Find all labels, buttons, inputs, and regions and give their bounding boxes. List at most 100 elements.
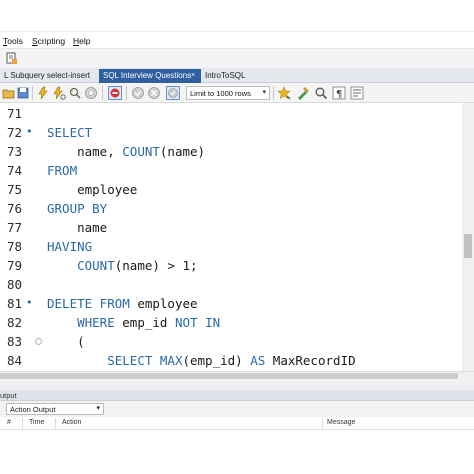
output-panel-title: utput xyxy=(0,391,17,400)
tab-intro-to-sql[interactable]: IntroToSQL xyxy=(201,69,253,83)
output-toolbar: Action Output ▾ xyxy=(0,401,474,417)
sql-editor[interactable]: 71 72 • SELECT 73 name, COUNT(name) 74 FROM 75 … xyxy=(0,103,462,371)
menu-bar: Tools Scripting Help xyxy=(0,31,474,48)
code-text: SELECT MAX(emp_id) AS MaxRecordID xyxy=(107,353,356,368)
line-number: 75 xyxy=(7,182,23,197)
code-line[interactable]: 84 SELECT MAX(emp_id) AS MaxRecordID xyxy=(0,352,462,371)
window-top-area xyxy=(0,0,474,31)
main-toolbar xyxy=(0,48,474,68)
column-header-message[interactable]: Message xyxy=(327,419,355,426)
line-number: 80 xyxy=(7,277,23,292)
column-separator xyxy=(55,418,56,429)
column-header-time[interactable]: Time xyxy=(29,419,44,426)
toolbar-separator xyxy=(126,86,127,100)
rollback-icon[interactable] xyxy=(147,86,161,100)
tab-subquery-select-insert[interactable]: L Subquery select-insert xyxy=(0,69,98,83)
execute-icon[interactable] xyxy=(36,86,50,100)
toolbar-separator xyxy=(102,86,103,100)
code-text: name, COUNT(name) xyxy=(47,144,206,159)
code-line[interactable]: 77 name xyxy=(0,219,462,238)
save-icon[interactable] xyxy=(16,86,30,100)
code-line[interactable]: 80 xyxy=(0,276,462,295)
output-panel-header: utput xyxy=(0,390,474,401)
code-text: DELETE FROM employee xyxy=(47,296,198,311)
row-limit-select[interactable]: Limit to 1000 rows ▾ xyxy=(186,86,270,100)
code-line[interactable]: 81 • DELETE FROM employee xyxy=(0,295,462,314)
code-text: ( xyxy=(47,334,85,349)
column-separator xyxy=(22,418,23,429)
svg-text:¶: ¶ xyxy=(336,89,342,100)
output-type-value: Action Output xyxy=(10,405,56,414)
line-number: 84 xyxy=(7,353,23,368)
find-icon[interactable] xyxy=(314,86,328,100)
vertical-scroll-thumb[interactable] xyxy=(464,234,472,258)
menu-tools[interactable]: Tools xyxy=(3,36,23,46)
output-type-select[interactable]: Action Output ▾ xyxy=(6,403,104,415)
statement-marker-icon: • xyxy=(26,125,33,138)
code-line[interactable]: 71 xyxy=(0,105,462,124)
code-text: SELECT xyxy=(47,125,93,140)
panel-splitter[interactable] xyxy=(0,381,474,390)
line-number: 71 xyxy=(7,106,23,121)
new-sql-tab-icon[interactable] xyxy=(6,52,18,65)
invisible-chars-icon[interactable]: ¶ xyxy=(332,86,346,100)
open-file-icon[interactable] xyxy=(2,86,16,100)
code-line[interactable]: 75 employee xyxy=(0,181,462,200)
menu-help[interactable]: Help xyxy=(73,36,90,46)
code-line[interactable]: 82 WHERE emp_id NOT IN xyxy=(0,314,462,333)
close-icon[interactable]: × xyxy=(191,72,195,79)
explain-icon[interactable] xyxy=(68,86,82,100)
toolbar-separator xyxy=(273,86,274,100)
line-number: 72 xyxy=(7,125,23,140)
execute-statement-icon[interactable] xyxy=(52,86,66,100)
toolbar-separator xyxy=(32,86,33,100)
code-text: GROUP BY xyxy=(47,201,108,216)
add-snippet-icon[interactable] xyxy=(277,86,291,100)
line-number: 81 xyxy=(7,296,23,311)
column-separator xyxy=(322,418,323,429)
code-line[interactable]: 83 ( xyxy=(0,333,462,352)
chevron-down-icon: ▾ xyxy=(262,89,266,96)
code-line[interactable]: 79 COUNT(name) > 1; xyxy=(0,257,462,276)
tab-sql-interview-questions[interactable]: SQL Interview Questions × xyxy=(99,69,201,83)
output-table-header: # Time Action Message xyxy=(0,417,474,430)
line-number: 73 xyxy=(7,144,23,159)
line-number: 83 xyxy=(7,334,23,349)
stop-icon[interactable] xyxy=(84,86,98,100)
line-number: 76 xyxy=(7,201,23,216)
commit-icon[interactable] xyxy=(131,86,145,100)
toggle-error-stop-icon[interactable] xyxy=(108,86,122,100)
code-text: COUNT(name) > 1; xyxy=(77,258,198,273)
line-number: 77 xyxy=(7,220,23,235)
code-text: HAVING xyxy=(47,239,93,254)
code-line[interactable]: 74 FROM xyxy=(0,162,462,181)
column-header-action[interactable]: Action xyxy=(62,419,81,426)
line-number: 79 xyxy=(7,258,23,273)
column-header-number[interactable]: # xyxy=(7,419,11,426)
code-line[interactable]: 72 • SELECT xyxy=(0,124,462,143)
tab-label: L Subquery select-insert xyxy=(4,71,90,80)
autocommit-icon[interactable] xyxy=(166,86,180,100)
line-number: 78 xyxy=(7,239,23,254)
chevron-down-icon: ▾ xyxy=(96,405,100,412)
editor-toolbar: Limit to 1000 rows ▾ ¶ xyxy=(0,83,474,103)
fold-toggle-icon[interactable] xyxy=(35,338,42,345)
line-number: 82 xyxy=(7,315,23,330)
wrap-icon[interactable] xyxy=(350,86,364,100)
line-number: 74 xyxy=(7,163,23,178)
code-line[interactable]: 76 GROUP BY xyxy=(0,200,462,219)
code-line[interactable]: 73 name, COUNT(name) xyxy=(0,143,462,162)
row-limit-value: Limit to 1000 rows xyxy=(190,89,251,98)
menu-scripting[interactable]: Scripting xyxy=(32,36,65,46)
code-line[interactable]: 78 HAVING xyxy=(0,238,462,257)
query-tab-bar: L Subquery select-insert SQL Interview Q… xyxy=(0,68,474,83)
tab-label: IntroToSQL xyxy=(205,71,246,80)
code-text: FROM xyxy=(47,163,78,178)
horizontal-scroll-thumb[interactable] xyxy=(0,373,458,379)
code-text: name xyxy=(47,220,108,235)
code-text: employee xyxy=(47,182,138,197)
beautify-icon[interactable] xyxy=(296,86,310,100)
output-table-body xyxy=(0,430,474,474)
tab-label: SQL Interview Questions xyxy=(103,71,192,80)
statement-marker-icon: • xyxy=(26,296,33,309)
